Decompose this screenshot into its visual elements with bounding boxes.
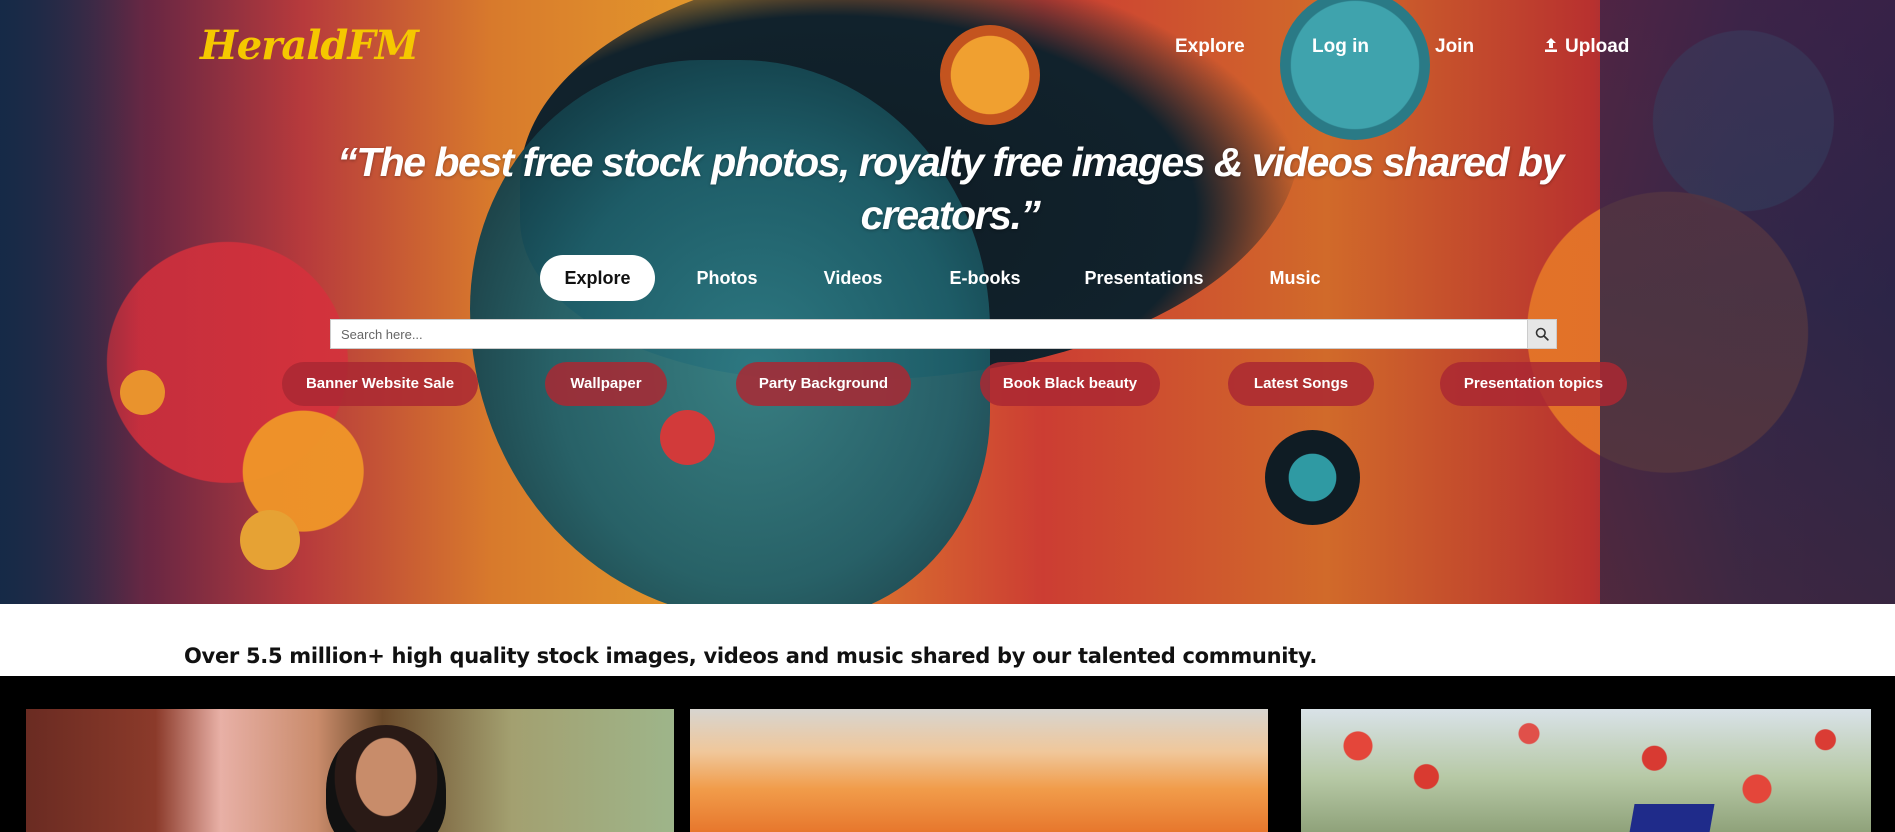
top-navigation: Explore Log in Join Upload: [0, 36, 1895, 62]
upload-icon: [1545, 38, 1557, 52]
hero-art-orb: [1265, 430, 1360, 525]
tab-music[interactable]: Music: [1255, 255, 1335, 301]
popular-search-chips: Banner Website Sale Wallpaper Party Back…: [0, 362, 1895, 406]
nav-upload-label: Upload: [1565, 36, 1630, 57]
hero-art-shade: [0, 0, 140, 604]
media-type-tabs: Explore Photos Videos E-books Presentati…: [0, 255, 1895, 301]
tab-explore[interactable]: Explore: [540, 255, 655, 301]
chip-presentation-topics[interactable]: Presentation topics: [1440, 362, 1627, 406]
chip-book-black-beauty[interactable]: Book Black beauty: [980, 362, 1160, 406]
nav-join-link[interactable]: Join: [1435, 36, 1474, 58]
gallery-card[interactable]: [690, 709, 1268, 832]
chip-party-background[interactable]: Party Background: [736, 362, 911, 406]
chip-banner-website-sale[interactable]: Banner Website Sale: [282, 362, 478, 406]
hero-art-side-panel: [1600, 0, 1895, 604]
tab-photos[interactable]: Photos: [680, 255, 774, 301]
chip-latest-songs[interactable]: Latest Songs: [1228, 362, 1374, 406]
hero-headline: “The best free stock photos, royalty fre…: [337, 139, 1564, 238]
hero-banner: HeraldFM Explore Log in Join Upload “The…: [0, 0, 1895, 604]
hero-art-dot: [660, 410, 715, 465]
nav-upload-link[interactable]: Upload: [1543, 36, 1629, 58]
nav-explore-link[interactable]: Explore: [1175, 36, 1245, 58]
search-icon: [1535, 327, 1549, 341]
search-button[interactable]: [1527, 319, 1557, 349]
tab-videos[interactable]: Videos: [808, 255, 898, 301]
media-gallery: [0, 676, 1895, 832]
gallery-card-image: [1627, 804, 1715, 832]
gallery-card[interactable]: [1301, 709, 1871, 832]
hero-art-orb: [1280, 0, 1430, 140]
tab-presentations[interactable]: Presentations: [1078, 255, 1210, 301]
search-bar: [330, 319, 1557, 349]
gallery-card-image: [326, 725, 446, 832]
tab-ebooks[interactable]: E-books: [938, 255, 1032, 301]
hero-art-dot: [240, 510, 300, 570]
community-tagline: Over 5.5 million+ high quality stock ima…: [184, 644, 1317, 668]
search-input[interactable]: [330, 319, 1527, 349]
nav-login-link[interactable]: Log in: [1312, 36, 1369, 58]
chip-wallpaper[interactable]: Wallpaper: [545, 362, 667, 406]
gallery-card[interactable]: [26, 709, 674, 832]
